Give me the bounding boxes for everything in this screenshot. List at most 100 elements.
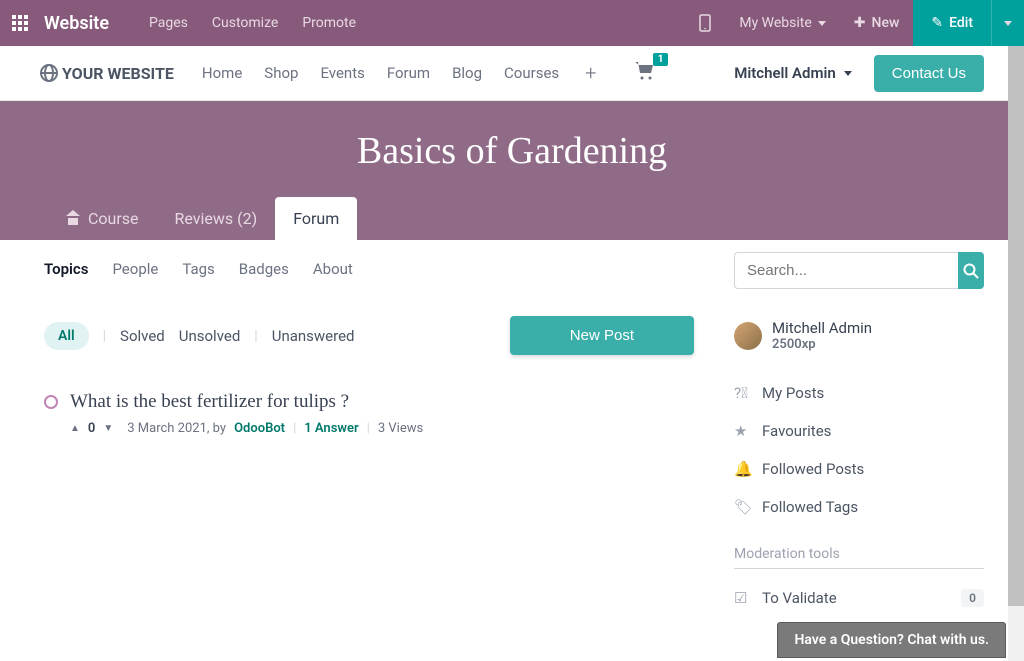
sidebar-followed-tags[interactable]: 🏷 Followed Tags [734, 488, 984, 526]
my-website-dropdown[interactable]: My Website [725, 0, 839, 46]
nav-blog[interactable]: Blog [452, 64, 482, 82]
tab-forum[interactable]: Forum [275, 197, 357, 240]
subnav-tags[interactable]: Tags [182, 260, 214, 278]
sidebar-label: My Posts [762, 384, 824, 402]
edit-button[interactable]: ✎ Edit [913, 0, 991, 46]
sidebar-followed-posts[interactable]: 🔔 Followed Posts [734, 450, 984, 488]
site-nav: YOUR WEBSITE Home Shop Events Forum Blog… [0, 46, 1024, 101]
post-body: What is the best fertilizer for tulips ?… [70, 391, 694, 436]
cart-button[interactable]: 1 [634, 61, 656, 85]
filter-all[interactable]: All [44, 322, 89, 350]
sidebar-label: To Validate [762, 589, 837, 607]
profile-name: Mitchell Admin [772, 319, 872, 337]
downvote-icon[interactable]: ▼ [103, 423, 113, 434]
profile-xp: 2500xp [772, 337, 872, 352]
avatar [734, 322, 762, 350]
sub-nav: Topics People Tags Badges About [44, 252, 694, 302]
filter-unanswered[interactable]: Unanswered [272, 327, 355, 345]
caret-down-icon [1004, 21, 1012, 26]
search-button[interactable] [958, 252, 984, 289]
hero-tabs: Course Reviews (2) Forum [0, 197, 1024, 240]
new-button[interactable]: ✚ New [840, 0, 914, 46]
content: Topics People Tags Badges About All | So… [0, 240, 1024, 617]
menu-pages[interactable]: Pages [149, 15, 188, 31]
nav-events[interactable]: Events [320, 64, 364, 82]
scrollbar[interactable] [1008, 46, 1024, 661]
nav-links: Home Shop Events Forum Blog Courses + [202, 61, 597, 85]
subnav-about[interactable]: About [313, 260, 353, 278]
scrollbar-thumb[interactable] [1008, 46, 1024, 606]
sidebar-favourites[interactable]: ★ Favourites [734, 412, 984, 450]
mobile-preview-icon[interactable] [685, 0, 725, 46]
filter-unsolved[interactable]: Unsolved [179, 327, 241, 345]
sidebar-label: Favourites [762, 422, 831, 440]
top-menu: Pages Customize Promote [149, 15, 685, 31]
vote-count: 0 [88, 421, 95, 436]
post-title[interactable]: What is the best fertilizer for tulips ? [70, 391, 694, 413]
nav-forum[interactable]: Forum [387, 64, 430, 82]
hero-section: Basics of Gardening Course Reviews (2) F… [0, 101, 1024, 240]
home-icon [66, 213, 80, 225]
admin-top-bar: Website Pages Customize Promote My Websi… [0, 0, 1024, 46]
my-website-label: My Website [739, 15, 811, 31]
nav-courses[interactable]: Courses [504, 64, 559, 82]
sidebar-to-validate[interactable]: ☑ To Validate 0 [734, 579, 984, 617]
brand-label[interactable]: Website [44, 13, 109, 34]
edit-dropdown[interactable] [991, 0, 1024, 46]
contact-button[interactable]: Contact Us [874, 55, 984, 92]
page-title: Basics of Gardening [0, 129, 1024, 197]
validate-count: 0 [961, 589, 984, 607]
bell-icon: 🔔 [734, 460, 750, 478]
post-answers[interactable]: 1 Answer [304, 421, 358, 436]
user-dropdown[interactable]: Mitchell Admin [734, 64, 852, 82]
main-column: Topics People Tags Badges About All | So… [44, 252, 694, 617]
chat-widget[interactable]: Have a Question? Chat with us. [777, 622, 1006, 658]
caret-down-icon [818, 21, 826, 26]
site-logo[interactable]: YOUR WEBSITE [40, 64, 174, 83]
forum-post: What is the best fertilizer for tulips ?… [44, 391, 694, 436]
moderation-title: Moderation tools [734, 546, 984, 569]
tab-reviews[interactable]: Reviews (2) [157, 197, 276, 240]
subnav-topics[interactable]: Topics [44, 260, 88, 278]
subnav-badges[interactable]: Badges [239, 260, 289, 278]
post-author[interactable]: OdooBot [234, 421, 285, 436]
separator: | [293, 421, 296, 436]
nav-shop[interactable]: Shop [264, 64, 298, 82]
sidebar-label: Followed Posts [762, 460, 864, 478]
post-meta: ▲ 0 ▼ 3 March 2021, by OdooBot | 1 Answe… [70, 421, 694, 436]
question-icon: ?⃝ [734, 384, 750, 402]
search-wrap [734, 252, 984, 289]
check-icon: ☑ [734, 589, 750, 607]
nav-home[interactable]: Home [202, 64, 242, 82]
top-right: My Website ✚ New ✎ Edit [685, 0, 1024, 46]
menu-customize[interactable]: Customize [212, 15, 278, 31]
filter-row: All | Solved Unsolved | Unanswered New P… [44, 302, 694, 391]
sidebar-label: Followed Tags [762, 498, 858, 516]
profile-widget[interactable]: Mitchell Admin 2500xp [734, 319, 984, 352]
menu-promote[interactable]: Promote [302, 15, 356, 31]
post-date: 3 March 2021, by [127, 421, 226, 436]
search-icon [963, 263, 979, 279]
caret-down-icon [844, 71, 852, 76]
search-input[interactable] [734, 252, 958, 289]
separator: | [103, 328, 106, 344]
tab-course[interactable]: Course [48, 197, 157, 240]
apps-icon[interactable] [12, 15, 28, 31]
new-post-button[interactable]: New Post [510, 316, 694, 355]
filter-solved[interactable]: Solved [120, 327, 165, 345]
new-label: New [872, 15, 900, 31]
upvote-icon[interactable]: ▲ [70, 423, 80, 434]
user-name: Mitchell Admin [734, 64, 836, 82]
tags-icon: 🏷 [734, 498, 750, 516]
star-icon: ★ [734, 422, 750, 440]
subnav-people[interactable]: People [112, 260, 158, 278]
pencil-icon: ✎ [931, 15, 943, 31]
sidebar-my-posts[interactable]: ?⃝ My Posts [734, 374, 984, 412]
sidebar: Mitchell Admin 2500xp ?⃝ My Posts ★ Favour… [734, 252, 984, 617]
tab-course-label: Course [88, 209, 139, 228]
globe-icon [40, 64, 58, 82]
edit-label: Edit [949, 15, 973, 31]
nav-add-icon[interactable]: + [585, 61, 596, 85]
post-status-icon [44, 395, 58, 409]
plus-icon: ✚ [854, 15, 866, 31]
